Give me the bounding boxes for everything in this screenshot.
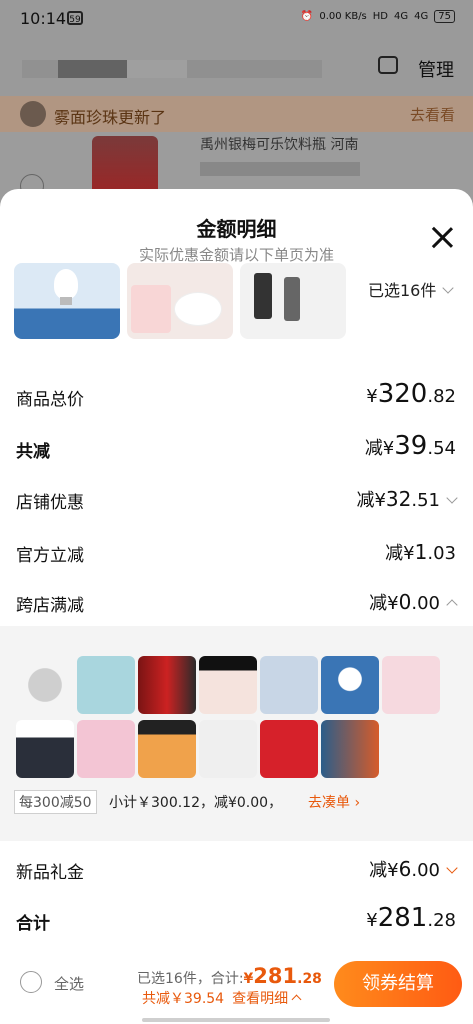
new-gift-label: 新品礼金 xyxy=(16,863,84,883)
chevron-up-icon xyxy=(291,994,302,1005)
product-thumb xyxy=(240,263,346,339)
new-gift-value: 减¥6.00 xyxy=(369,856,458,882)
subtotal-text: 小计￥300.12，减¥0.00， xyxy=(109,795,283,811)
product-title: 禹州银梅可乐饮料瓶 河南 xyxy=(200,137,359,153)
product-thumb xyxy=(382,656,440,714)
status-bar: 10:14 59 ⏰ 0.00 KB/s HD 4G 4G 75 xyxy=(0,0,473,38)
store-discount-label: 店铺优惠 xyxy=(16,493,84,513)
official-discount-value: 减¥1.03 xyxy=(385,540,456,564)
selected-count-label: 已选16件 xyxy=(368,281,437,300)
clock: 10:14 xyxy=(20,9,67,28)
product-thumb xyxy=(16,656,74,714)
product-thumb xyxy=(260,656,318,714)
cart-summary: 已选16件，合计:¥281.28 xyxy=(137,964,322,988)
selected-thumbnails[interactable] xyxy=(14,263,354,339)
product-thumb xyxy=(260,720,318,778)
net-speed: 0.00 KB/s xyxy=(319,11,367,22)
home-indicator xyxy=(142,1018,330,1022)
add-more-link[interactable]: 去凑单 › xyxy=(308,792,360,812)
cross-store-panel: 每300减50 小计￥300.12，减¥0.00， 去凑单 › xyxy=(0,626,473,841)
checkout-bar: 全选 已选16件，合计:¥281.28 共减￥39.54 查看明细 领券结算 xyxy=(0,956,473,1024)
product-thumb xyxy=(16,720,74,778)
signal-icon-2: 4G xyxy=(414,11,429,22)
product-thumb xyxy=(77,720,135,778)
hd-icon: HD xyxy=(372,11,389,22)
signal-icon: 4G xyxy=(394,11,409,22)
chevron-down-icon xyxy=(446,492,458,504)
discount-summary[interactable]: 共减￥39.54 查看明细 xyxy=(142,988,302,1008)
notice-bar[interactable]: 雾面珍珠更新了 去看看 xyxy=(0,96,473,132)
battery-icon: 75 xyxy=(434,10,455,23)
chevron-up-icon xyxy=(446,599,458,611)
product-thumb xyxy=(14,263,120,339)
sheet-title: 金额明细 xyxy=(196,217,277,241)
manage-button[interactable]: 管理 xyxy=(418,56,454,82)
total-price-label: 商品总价 xyxy=(16,390,84,410)
notice-action[interactable]: 去看看 xyxy=(410,104,455,125)
product-thumb xyxy=(127,263,233,339)
status-icons: ⏰ 0.00 KB/s HD 4G 4G 75 xyxy=(301,10,455,23)
promo-tag: 每300减50 xyxy=(14,790,97,814)
chevron-down-icon xyxy=(446,862,458,874)
chevron-down-icon xyxy=(442,282,455,294)
selected-count[interactable]: 已选16件 xyxy=(368,277,455,301)
product-thumb xyxy=(138,656,196,714)
cross-store-label: 跨店满减 xyxy=(16,596,84,616)
select-all-radio[interactable] xyxy=(20,971,42,993)
notice-text: 雾面珍珠更新了 xyxy=(54,108,167,127)
cross-store-value: 减¥0.00 xyxy=(369,589,458,615)
checkout-button[interactable]: 领券结算 xyxy=(334,961,462,1007)
product-thumb xyxy=(199,656,257,714)
alarm-icon: ⏰ xyxy=(300,11,314,22)
avatar xyxy=(20,101,46,127)
product-thumb xyxy=(138,720,196,778)
official-discount-label: 官方立减 xyxy=(16,546,84,566)
total-price-value: ¥320.82 xyxy=(366,379,456,409)
store-discount-value: 减¥32.51 xyxy=(356,486,458,512)
notification-icon: 59 xyxy=(67,11,83,25)
blurred-spec xyxy=(200,162,360,176)
product-thumb xyxy=(77,656,135,714)
product-thumb xyxy=(199,720,257,778)
total-reduce-value: 减¥39.54 xyxy=(364,431,456,461)
sum-label: 合计 xyxy=(16,914,50,934)
amount-detail-sheet: 金额明细 实际优惠金额请以下单页为准 已选16件 商品总价 ¥320.82 共减… xyxy=(0,189,473,1024)
select-all-label[interactable]: 全选 xyxy=(54,973,84,994)
blurred-address xyxy=(22,60,322,78)
sheet-subtitle: 实际优惠金额请以下单页为准 xyxy=(138,246,334,264)
product-thumb xyxy=(321,720,379,778)
sum-value: ¥281.28 xyxy=(366,903,456,933)
product-thumb xyxy=(321,656,379,714)
share-icon[interactable] xyxy=(378,56,398,74)
close-icon[interactable] xyxy=(430,225,454,249)
total-reduce-label: 共减 xyxy=(16,442,50,462)
